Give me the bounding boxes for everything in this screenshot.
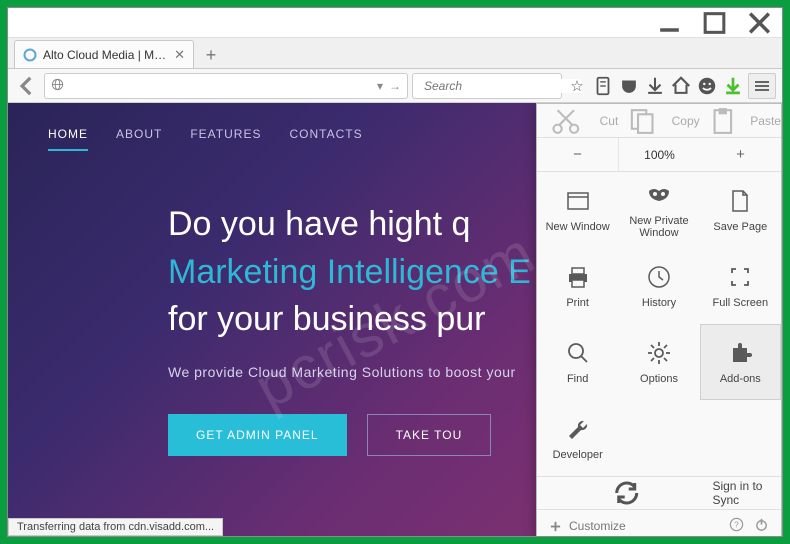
customize-button[interactable]: Customize [549, 519, 626, 533]
cut-button[interactable]: Cut [537, 104, 618, 137]
svg-text:?: ? [734, 519, 739, 529]
tab-close-icon[interactable]: ✕ [174, 47, 185, 63]
copy-button[interactable]: Copy [618, 104, 699, 137]
reader-icon[interactable] [592, 75, 614, 97]
url-bar[interactable]: ▾ → [44, 73, 408, 99]
download-active-icon[interactable] [722, 75, 744, 97]
pocket-icon[interactable] [618, 75, 640, 97]
menu-addons[interactable]: Add-ons [700, 324, 781, 400]
minimize-button[interactable] [647, 9, 692, 37]
zoom-row: − 100% + [537, 138, 781, 172]
menu-button[interactable] [748, 73, 776, 99]
home-icon[interactable] [670, 75, 692, 97]
menu-fullscreen[interactable]: Full Screen [700, 248, 781, 324]
sync-row[interactable]: Sign in to Sync [537, 476, 781, 509]
gear-icon [645, 339, 673, 367]
zoom-in-button[interactable]: + [700, 138, 781, 171]
nav-features[interactable]: FEATURES [190, 127, 261, 151]
help-icon[interactable]: ? [729, 517, 744, 535]
wrench-icon [564, 415, 592, 443]
print-icon [564, 263, 592, 291]
paste-button[interactable]: Paste [700, 104, 781, 137]
menu-find[interactable]: Find [537, 324, 618, 400]
maximize-button[interactable] [692, 9, 737, 37]
find-icon [564, 339, 592, 367]
status-bar: Transferring data from cdn.visadd.com... [8, 518, 223, 536]
mask-icon [645, 181, 673, 209]
menu-grid: New Window New Private Window Save Page … [537, 172, 781, 476]
search-input[interactable] [424, 79, 581, 93]
hamburger-icon [755, 81, 769, 91]
bookmark-star-icon[interactable]: ☆ [566, 75, 588, 97]
menu-private-window[interactable]: New Private Window [618, 172, 699, 248]
page-icon [726, 187, 754, 215]
smiley-icon[interactable] [696, 75, 718, 97]
tab-title: Alto Cloud Media | Market... [43, 48, 168, 62]
power-icon[interactable] [754, 517, 769, 535]
menu-save-page[interactable]: Save Page [700, 172, 781, 248]
puzzle-icon [726, 339, 754, 367]
downloads-icon[interactable] [644, 75, 666, 97]
new-tab-button[interactable]: + [198, 42, 224, 68]
edit-row: Cut Copy Paste [537, 104, 781, 138]
url-go-icon[interactable]: → [389, 79, 401, 93]
get-admin-button[interactable]: GET ADMIN PANEL [168, 414, 347, 456]
menu-developer[interactable]: Developer [537, 400, 618, 476]
plus-icon [549, 520, 562, 533]
toolbar: ▾ → ☆ [8, 69, 782, 103]
history-icon [645, 263, 673, 291]
zoom-value: 100% [619, 138, 700, 171]
take-tour-button[interactable]: TAKE TOU [367, 414, 492, 456]
close-button[interactable] [737, 9, 782, 37]
customize-row: Customize ? [537, 509, 781, 536]
nav-contacts[interactable]: CONTACTS [289, 127, 362, 151]
hamburger-menu-panel: Cut Copy Paste − 100% + New Win [536, 103, 782, 536]
url-dropdown-icon[interactable]: ▾ [377, 79, 383, 93]
fullscreen-icon [726, 263, 754, 291]
tab-favicon-icon [23, 48, 37, 62]
globe-icon [51, 78, 64, 94]
menu-options[interactable]: Options [618, 324, 699, 400]
browser-tab[interactable]: Alto Cloud Media | Market... ✕ [14, 40, 194, 68]
window-icon [564, 187, 592, 215]
search-bar[interactable] [412, 73, 562, 99]
back-button[interactable] [14, 73, 40, 99]
menu-print[interactable]: Print [537, 248, 618, 324]
menu-history[interactable]: History [618, 248, 699, 324]
page-content: pcrisk.com HOME ABOUT FEATURES CONTACTS … [8, 103, 782, 536]
browser-window: Alto Cloud Media | Market... ✕ + ▾ → ☆ [7, 7, 783, 537]
copy-icon [618, 104, 666, 137]
title-bar [8, 8, 782, 38]
nav-about[interactable]: ABOUT [116, 127, 162, 151]
menu-new-window[interactable]: New Window [537, 172, 618, 248]
paste-icon [700, 104, 746, 137]
scissors-icon [537, 104, 595, 137]
tab-bar: Alto Cloud Media | Market... ✕ + [8, 38, 782, 69]
zoom-out-button[interactable]: − [537, 138, 619, 171]
nav-home[interactable]: HOME [48, 127, 88, 151]
url-input[interactable] [70, 79, 371, 93]
sync-icon [549, 477, 704, 509]
